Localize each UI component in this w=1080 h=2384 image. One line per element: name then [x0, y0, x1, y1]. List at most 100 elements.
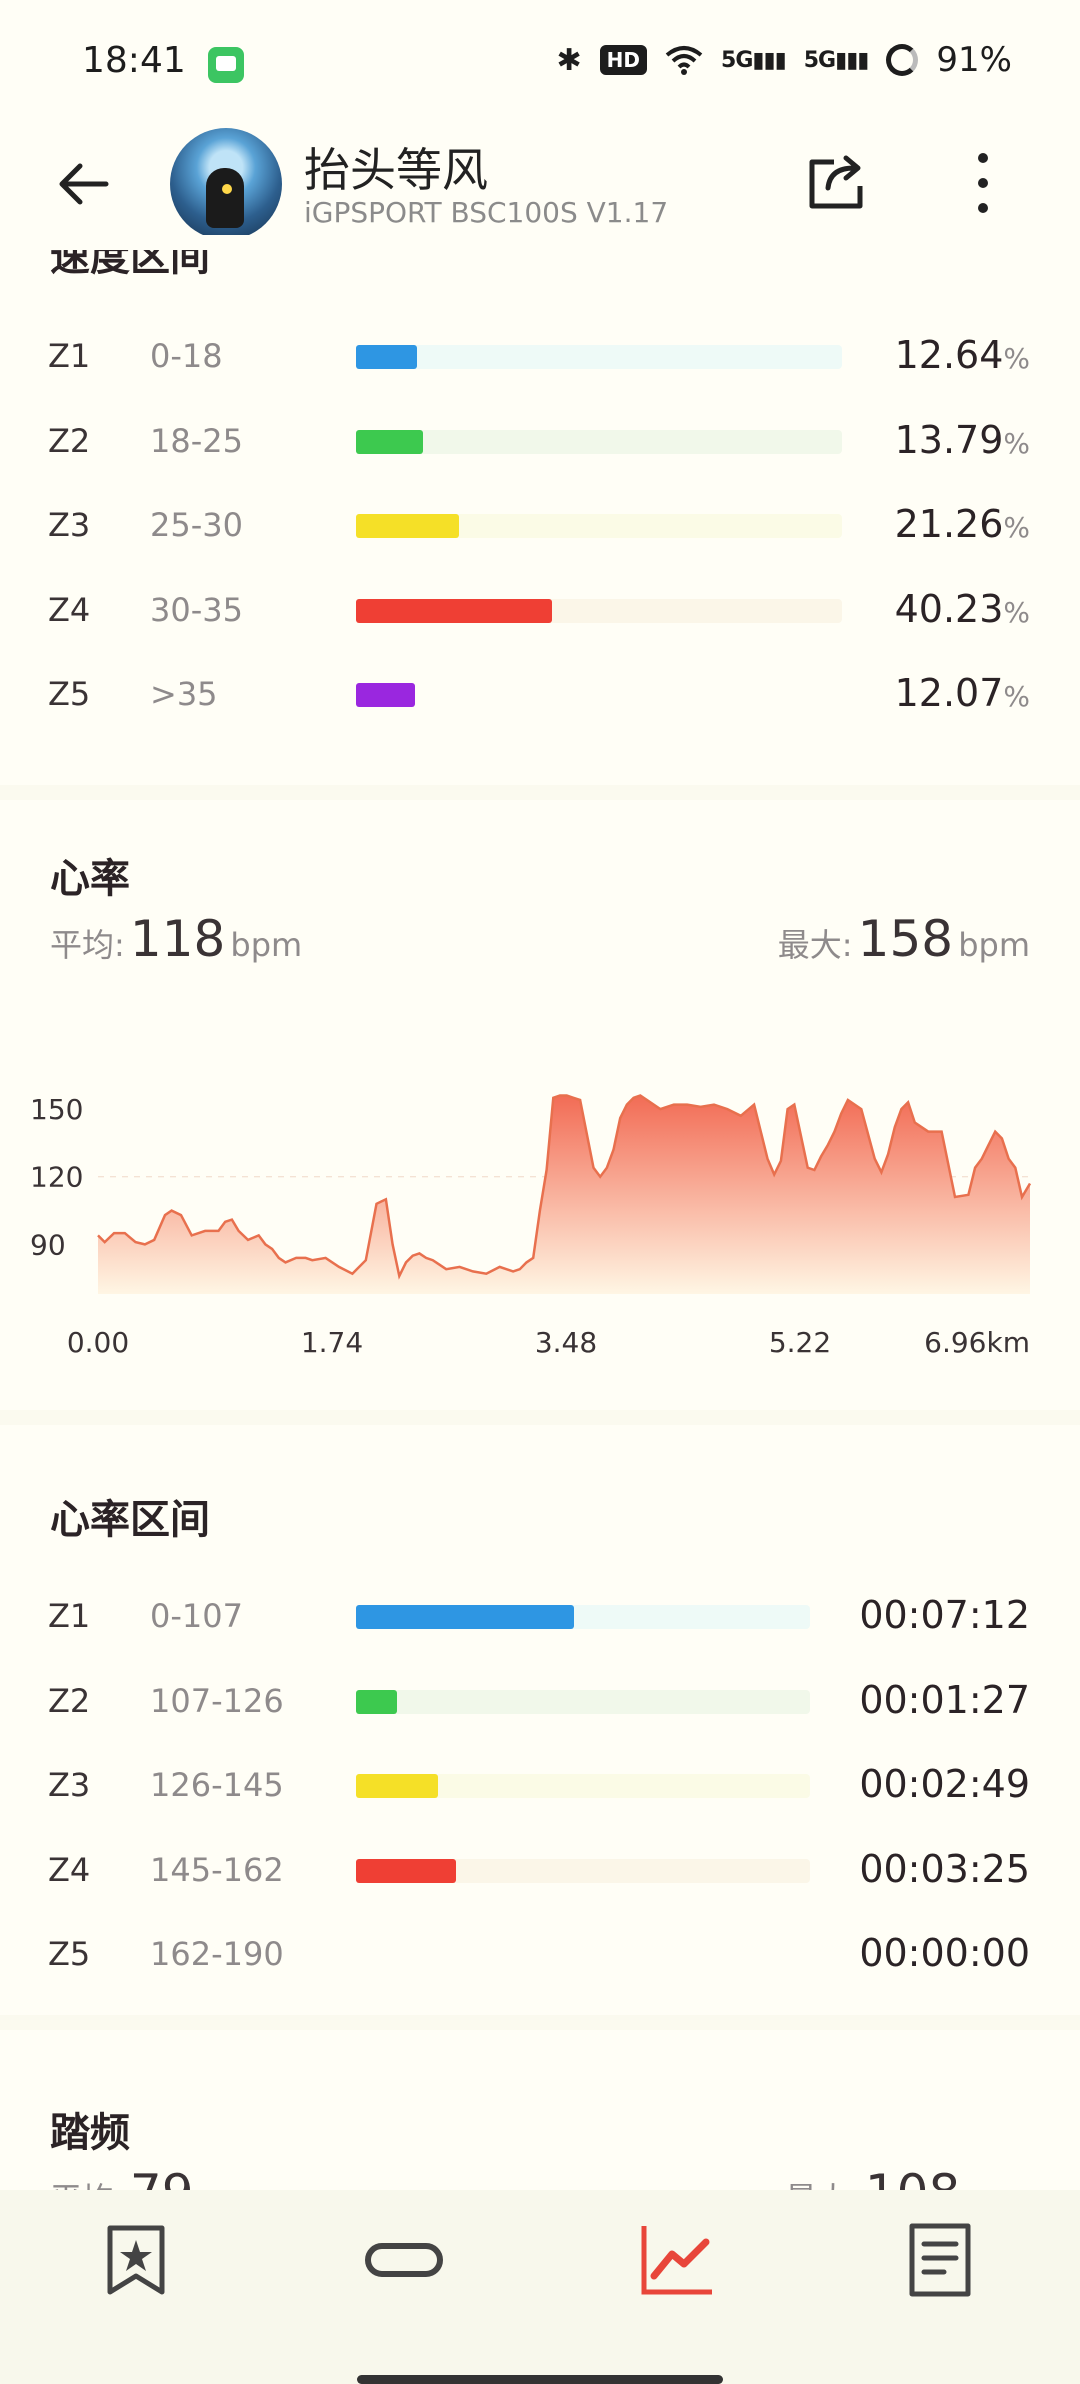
zone-row: Z4 145-162 00:03:25 [0, 1841, 1080, 1901]
cadence-card: 踏频 平均: 79 rpm 最大: 108 rpm [0, 2030, 1080, 2222]
zone-value: 00:03:25 [859, 1847, 1030, 1891]
zone-row: Z3 126-145 00:02:49 [0, 1756, 1080, 1816]
zone-value-unit: % [1003, 680, 1030, 713]
zone-bar-track [356, 683, 842, 707]
zone-id: Z2 [48, 1681, 91, 1720]
share-icon[interactable] [806, 148, 870, 212]
hr-avg-label: 平均: [50, 926, 125, 964]
x-tick-label: 1.74 [301, 1326, 363, 1359]
zone-row: Z2 107-126 00:01:27 [0, 1672, 1080, 1732]
battery-level: 91% [936, 40, 1012, 80]
zone-bar-track [356, 1605, 810, 1629]
zone-bar-fill [356, 1605, 574, 1629]
zone-bar-track [356, 429, 842, 454]
cadence-title: 踏频 [50, 2110, 130, 2156]
zone-bar-track [356, 514, 842, 538]
hr-max-unit: bpm [958, 926, 1030, 964]
back-arrow-icon[interactable] [56, 156, 112, 212]
more-vertical-icon[interactable] [958, 148, 1008, 218]
zone-range: 0-107 [150, 1597, 243, 1635]
zone-bar-track [356, 1858, 810, 1883]
status-bar: 18:41 ✱ HD 5G▮▮▮ 5G▮▮▮ 91% [0, 0, 1080, 120]
zone-range: 0-18 [150, 337, 223, 375]
x-tick-label: 6.96km [924, 1326, 1030, 1359]
zone-range: 162-190 [150, 1935, 284, 1973]
device-info: iGPSPORT BSC100S V1.17 [304, 196, 669, 229]
zone-value: 12.07% [895, 671, 1030, 715]
zone-row: Z1 0-18 12.64% [0, 327, 1080, 387]
bluetooth-icon: ✱ [556, 42, 582, 78]
track-loop-icon[interactable] [364, 2220, 444, 2300]
zone-value-number: 12.07 [894, 671, 1004, 715]
zone-bar-fill [356, 514, 460, 538]
speed-zones-card: 速度区间 Z1 0-18 12.64% Z2 18-25 13.79% Z3 25-30 21.… [0, 234, 1080, 785]
zone-value-unit: % [1003, 426, 1030, 460]
bottom-nav [0, 2190, 1080, 2384]
zone-value-unit: % [1003, 511, 1030, 544]
hr-avg-value: 118 [129, 910, 226, 968]
zone-value: 00:00:00 [859, 1931, 1030, 1975]
status-icons: ✱ HD 5G▮▮▮ 5G▮▮▮ 91% [557, 40, 1012, 80]
signal-icon: 5G▮▮▮ [721, 47, 787, 73]
hr-max-label: 最大: [777, 926, 853, 964]
zone-value-number: 12.64 [894, 333, 1004, 377]
x-tick-label: 0.00 [67, 1326, 129, 1359]
zone-id: Z5 [48, 1935, 91, 1973]
zone-value: 00:02:49 [859, 1762, 1030, 1806]
zone-value-number: 21.26 [894, 502, 1004, 546]
zone-bar-fill [356, 1689, 397, 1714]
zone-row: Z1 0-107 00:07:12 [0, 1587, 1080, 1647]
zone-bar-fill [356, 598, 552, 623]
hr-max-value: 158 [857, 910, 954, 968]
zone-range: >35 [150, 675, 218, 713]
zone-bar-fill [356, 429, 424, 454]
zone-bar-track [356, 1943, 810, 1967]
zone-value: 21.26% [895, 502, 1030, 546]
document-list-icon[interactable] [900, 2220, 980, 2300]
x-tick-label: 5.22 [769, 1326, 831, 1359]
zone-value-number: 40.23 [894, 586, 1004, 631]
y-tick-label: 150 [30, 1093, 83, 1126]
zone-id: Z4 [48, 1850, 91, 1889]
home-indicator[interactable] [357, 2375, 723, 2384]
zone-id: Z1 [48, 1597, 91, 1635]
signal-icon-2: 5G▮▮▮ [803, 47, 870, 73]
zone-range: 30-35 [150, 590, 243, 629]
zone-id: Z3 [48, 506, 91, 544]
hr-area [98, 1095, 1030, 1294]
heart-rate-chart: 150 120 90 0.00 1.74 3.48 5.22 6.96km [30, 1093, 1032, 1359]
status-time: 18:41 [82, 40, 186, 81]
network-label-1: 5G [721, 47, 753, 73]
x-tick-label: 3.48 [535, 1326, 597, 1359]
zone-value-number: 00:01:27 [859, 1677, 1030, 1722]
zone-value: 13.79% [895, 418, 1030, 462]
zone-value: 40.23% [895, 587, 1030, 631]
zone-range: 18-25 [150, 421, 243, 460]
zone-value: 12.64% [895, 333, 1030, 377]
bookmark-star-icon[interactable] [96, 2220, 176, 2300]
zone-id: Z3 [48, 1766, 91, 1804]
chart-line-icon[interactable] [636, 2220, 716, 2300]
zone-id: Z1 [48, 337, 91, 375]
heart-rate-title: 心率 [50, 856, 130, 902]
zone-value-number: 00:03:25 [859, 1846, 1030, 1891]
battery-icon [886, 44, 919, 76]
heart-rate-card: 心率 平均: 118 bpm 最大: 158 bpm 150 120 90 0.00 1… [0, 800, 1080, 1410]
zone-value-unit: % [1003, 595, 1030, 629]
zone-range: 107-126 [150, 1681, 284, 1720]
message-app-icon [208, 47, 244, 83]
zone-bar-fill [356, 1774, 438, 1798]
zone-bar-track [356, 1774, 810, 1798]
zone-bar-track [356, 1689, 810, 1714]
zone-id: Z4 [48, 590, 91, 629]
zone-row: Z5 >35 12.07% [0, 665, 1080, 725]
zone-bar-track [356, 598, 842, 623]
zone-value: 00:01:27 [859, 1678, 1030, 1722]
y-tick-label: 90 [30, 1228, 66, 1261]
zone-row: Z2 18-25 13.79% [0, 412, 1080, 472]
zone-row: Z3 25-30 21.26% [0, 496, 1080, 556]
hr-max: 最大: 158 bpm [778, 910, 1030, 968]
zone-row: Z5 162-190 00:00:00 [0, 1925, 1080, 1985]
zone-range: 145-162 [150, 1850, 284, 1889]
wifi-icon [665, 46, 703, 75]
